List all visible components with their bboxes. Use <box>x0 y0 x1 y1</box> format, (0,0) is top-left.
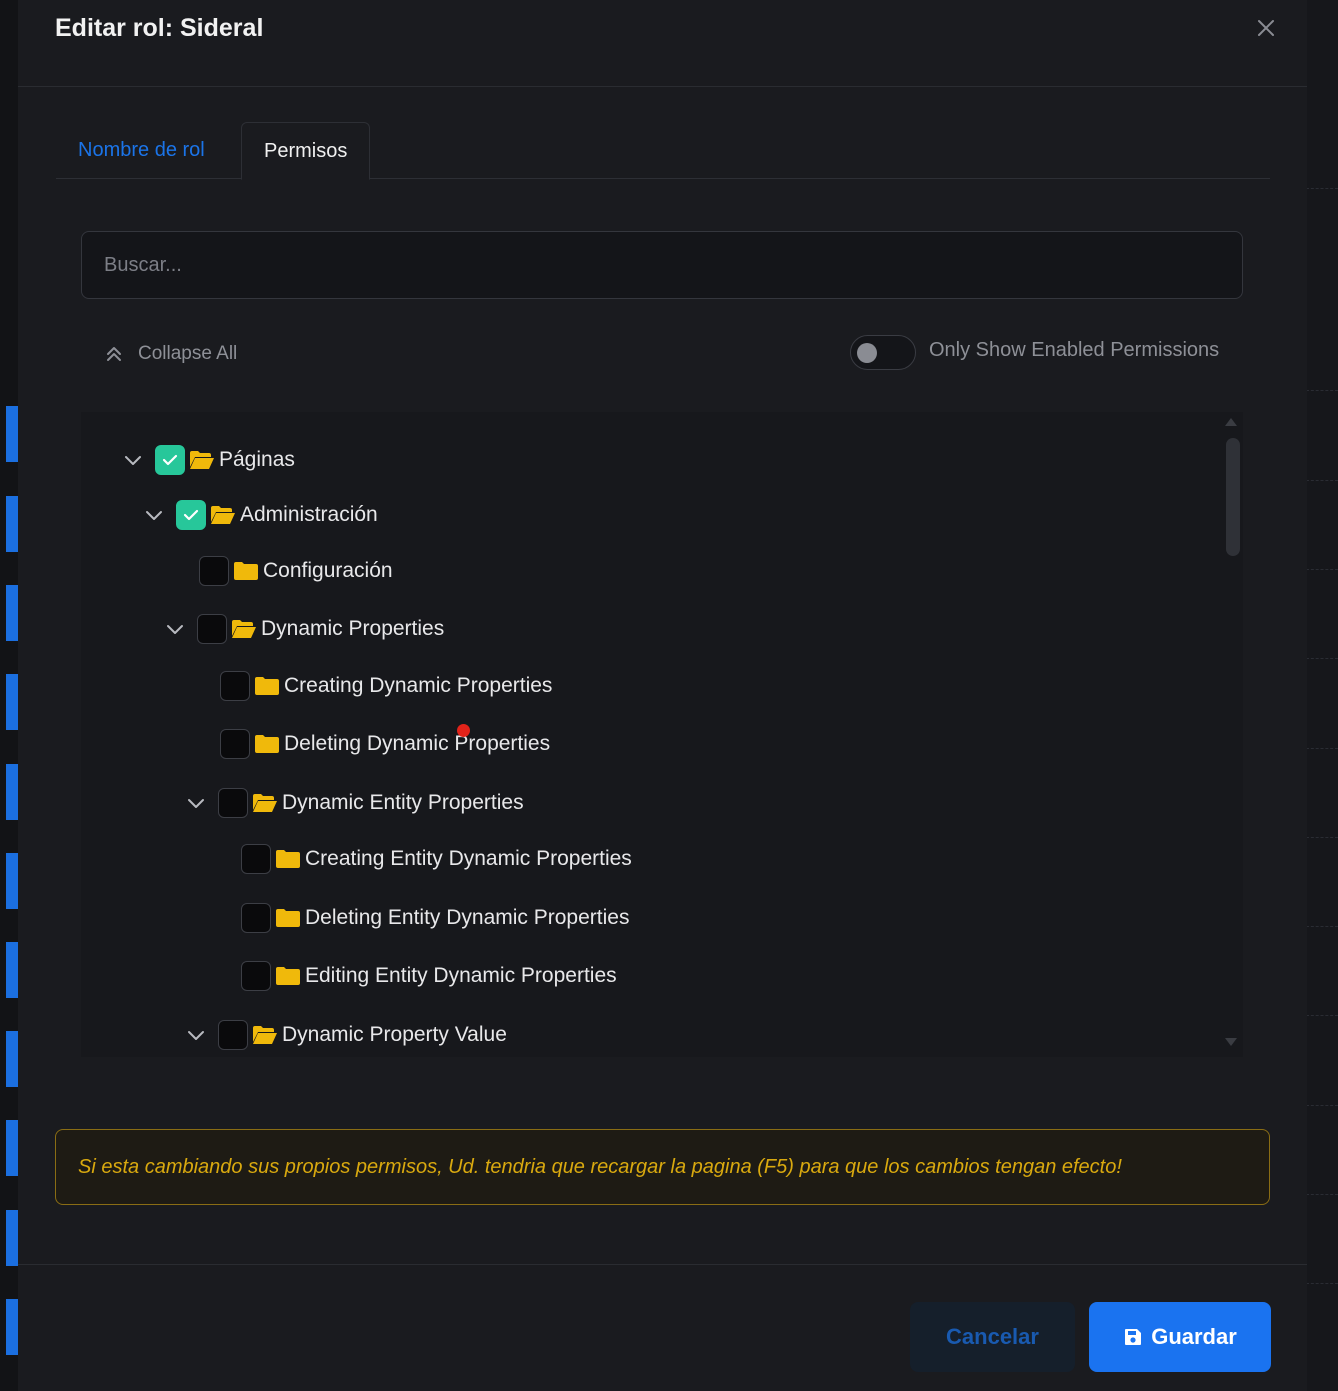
background-page-left <box>0 0 20 1391</box>
background-tab <box>6 496 18 552</box>
footer-divider <box>18 1264 1307 1265</box>
tree-node-label: Páginas <box>219 448 295 471</box>
tree-checkbox[interactable] <box>220 671 250 701</box>
background-tab <box>6 406 18 462</box>
modal-header: Editar rol: Sideral <box>18 0 1307 87</box>
tree-checkbox[interactable] <box>199 556 229 586</box>
scrollbar-thumb[interactable] <box>1226 438 1240 556</box>
tree-node-dynamic-property-value: Dynamic Property Value <box>184 1018 507 1052</box>
tree-node-label: Dynamic Property Value <box>282 1023 507 1046</box>
save-icon <box>1125 1329 1142 1345</box>
modal-title: Editar rol: Sideral <box>55 14 264 42</box>
chevrons-up-icon <box>107 347 121 361</box>
background-tab <box>6 764 18 820</box>
background-tab <box>6 1210 18 1266</box>
tree-node-label: Creating Entity Dynamic Properties <box>305 847 632 870</box>
folder-open-icon <box>253 1026 277 1044</box>
tree-node-label: Dynamic Entity Properties <box>282 791 524 814</box>
edit-role-modal: Editar rol: Sideral Nombre de rol Permis… <box>18 0 1307 1391</box>
collapse-all-button[interactable]: Collapse All <box>104 340 237 368</box>
background-tab <box>6 674 18 730</box>
warning-alert: Si esta cambiando sus propios permisos, … <box>55 1129 1270 1205</box>
tree-node-creating-dynamic-properties: Creating Dynamic Properties <box>220 669 552 703</box>
tree-node-creating-entity-dynamic-properties: Creating Entity Dynamic Properties <box>241 842 632 876</box>
folder-icon <box>276 850 300 868</box>
chevron-down-icon[interactable] <box>184 791 208 815</box>
folder-open-icon <box>190 451 214 469</box>
tree-checkbox[interactable] <box>155 445 185 475</box>
tree-node-label: Dynamic Properties <box>261 617 445 640</box>
tree-checkbox[interactable] <box>218 788 248 818</box>
search-input[interactable] <box>81 231 1243 299</box>
scroll-up-arrow[interactable] <box>1225 418 1237 426</box>
background-page-right <box>1306 0 1338 1391</box>
tree-node-label: Configuración <box>263 559 393 582</box>
cursor-indicator <box>457 724 470 737</box>
cancel-button[interactable]: Cancelar <box>910 1302 1075 1372</box>
folder-icon <box>255 677 279 695</box>
background-tab <box>6 853 18 909</box>
tree-checkbox[interactable] <box>218 1020 248 1050</box>
tab-permisos[interactable]: Permisos <box>241 122 371 180</box>
tree-node-label: Editing Entity Dynamic Properties <box>305 964 617 987</box>
tab-nombre-de-rol[interactable]: Nombre de rol <box>56 122 227 178</box>
background-tab <box>6 1031 18 1087</box>
tree-checkbox[interactable] <box>241 844 271 874</box>
tree-node-deleting-entity-dynamic-properties: Deleting Entity Dynamic Properties <box>241 901 629 935</box>
tree-node-label: Administración <box>240 503 378 526</box>
folder-open-icon <box>211 506 235 524</box>
background-tab <box>6 585 18 641</box>
close-icon <box>1258 20 1274 36</box>
tree-node-label: Deleting Entity Dynamic Properties <box>305 906 630 929</box>
folder-icon <box>276 967 300 985</box>
toggle-knob <box>857 343 877 363</box>
tree-checkbox[interactable] <box>241 903 271 933</box>
tree-node-deleting-dynamic-properties: Deleting Dynamic Properties <box>220 727 550 761</box>
tree-node-administracion: Administración <box>142 498 378 532</box>
save-label: Guardar <box>1151 1324 1237 1349</box>
tree-node-label: Creating Dynamic Properties <box>284 674 553 697</box>
chevron-down-icon[interactable] <box>163 617 187 641</box>
chevron-down-icon[interactable] <box>142 503 166 527</box>
tree-node-editing-entity-dynamic-properties: Editing Entity Dynamic Properties <box>241 959 617 993</box>
tree-node-dynamic-entity-properties: Dynamic Entity Properties <box>184 786 524 820</box>
collapse-all-label: Collapse All <box>138 343 238 364</box>
chevron-down-icon[interactable] <box>121 448 145 472</box>
checkmark-icon <box>183 509 199 521</box>
warning-text: Si esta cambiando sus propios permisos, … <box>78 1155 1122 1178</box>
tab-bar: Nombre de rol Permisos <box>56 122 1270 180</box>
background-tab <box>6 1299 18 1355</box>
only-enabled-toggle[interactable] <box>850 335 916 370</box>
tree-node-configuracion: Configuración <box>199 554 393 588</box>
cancel-label: Cancelar <box>946 1324 1039 1349</box>
folder-open-icon <box>232 620 256 638</box>
folder-icon <box>255 735 279 753</box>
chevron-down-icon[interactable] <box>184 1023 208 1047</box>
tree-checkbox[interactable] <box>241 961 271 991</box>
close-button[interactable] <box>1252 14 1280 42</box>
tree-checkbox[interactable] <box>197 614 227 644</box>
background-tab <box>6 942 18 998</box>
scroll-down-arrow[interactable] <box>1225 1038 1237 1046</box>
folder-icon <box>234 562 258 580</box>
tree-checkbox[interactable] <box>220 729 250 759</box>
save-button[interactable]: Guardar <box>1089 1302 1271 1372</box>
tree-node-dynamic-properties: Dynamic Properties <box>163 612 444 646</box>
tree-node-label: Deleting Dynamic Properties <box>284 732 551 755</box>
background-tab <box>6 1120 18 1176</box>
only-enabled-label: Only Show Enabled Permissions <box>929 339 1220 361</box>
tree-node-paginas: Páginas <box>121 443 295 477</box>
folder-icon <box>276 909 300 927</box>
tree-checkbox[interactable] <box>176 500 206 530</box>
folder-open-icon <box>253 794 277 812</box>
checkmark-icon <box>162 454 178 466</box>
